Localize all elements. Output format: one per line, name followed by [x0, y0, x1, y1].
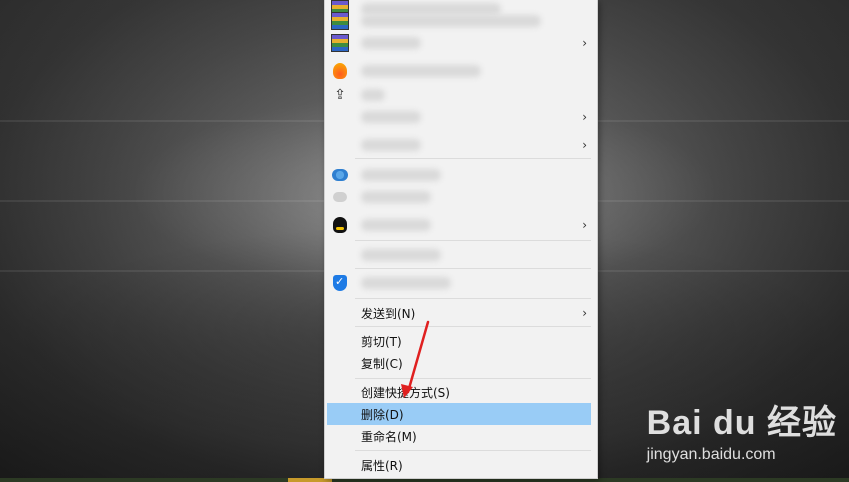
- blurred-label: [361, 249, 441, 261]
- menu-item-blurred[interactable]: ›: [325, 106, 597, 128]
- shield-icon: [331, 274, 349, 292]
- context-menu: › ⇪ › › › 发送到(N) ›: [324, 0, 598, 479]
- menu-item-blurred[interactable]: [325, 60, 597, 82]
- menu-item-create-shortcut[interactable]: 创建快捷方式(S): [325, 381, 597, 403]
- chevron-right-icon: ›: [582, 138, 587, 152]
- baidu-netdisk-icon: [331, 166, 349, 184]
- menu-item-blurred[interactable]: ›: [325, 134, 597, 156]
- menu-separator: [355, 378, 591, 379]
- blurred-label: [361, 37, 421, 49]
- menu-item-label: 剪切(T): [361, 334, 402, 349]
- menu-item-properties[interactable]: 属性(R): [325, 454, 597, 476]
- menu-item-blurred[interactable]: ›: [325, 32, 597, 54]
- menu-item-blurred[interactable]: [325, 10, 597, 32]
- blurred-label: [361, 15, 541, 27]
- chevron-right-icon: ›: [582, 306, 587, 320]
- watermark-url: jingyan.baidu.com: [646, 446, 776, 463]
- menu-item-blurred[interactable]: ⇪: [325, 84, 597, 106]
- menu-item-cut[interactable]: 剪切(T): [325, 330, 597, 352]
- menu-item-rename[interactable]: 重命名(M): [325, 425, 597, 447]
- share-icon: ⇪: [334, 87, 346, 103]
- blurred-label: [361, 219, 431, 231]
- cloud-icon: [331, 188, 349, 206]
- menu-separator: [355, 450, 591, 451]
- blurred-label: [361, 277, 451, 289]
- menu-item-label: 属性(R): [361, 458, 403, 473]
- blurred-label: [361, 65, 481, 77]
- winrar-icon: [331, 34, 349, 52]
- menu-item-label: 删除(D): [361, 407, 404, 422]
- menu-item-blurred[interactable]: [325, 272, 597, 294]
- security-fire-icon: [331, 62, 349, 80]
- qq-icon: [331, 216, 349, 234]
- blurred-label: [361, 191, 431, 203]
- blurred-label: [361, 111, 421, 123]
- menu-separator: [355, 298, 591, 299]
- menu-item-label: 重命名(M): [361, 429, 417, 444]
- chevron-right-icon: ›: [582, 110, 587, 124]
- baidu-jingyan-watermark: Bai du 经验 jingyan.baidu.com: [647, 395, 837, 464]
- chevron-right-icon: ›: [582, 218, 587, 232]
- menu-item-send-to[interactable]: 发送到(N) ›: [325, 302, 597, 324]
- menu-separator: [355, 240, 591, 241]
- blurred-label: [361, 169, 441, 181]
- winrar-icon: [331, 12, 349, 30]
- chevron-right-icon: ›: [582, 36, 587, 50]
- menu-separator: [355, 326, 591, 327]
- menu-item-label: 发送到(N): [361, 306, 416, 321]
- menu-item-blurred[interactable]: [325, 186, 597, 208]
- blurred-label: [361, 89, 385, 101]
- menu-item-blurred[interactable]: [325, 244, 597, 266]
- menu-separator: [355, 158, 591, 159]
- menu-item-blurred[interactable]: ›: [325, 214, 597, 236]
- watermark-brand: Bai du 经验: [646, 404, 837, 442]
- menu-item-label: 创建快捷方式(S): [361, 385, 450, 400]
- menu-item-label: 复制(C): [361, 356, 403, 371]
- menu-item-delete[interactable]: 删除(D): [327, 403, 591, 425]
- menu-item-blurred[interactable]: [325, 164, 597, 186]
- menu-item-copy[interactable]: 复制(C): [325, 352, 597, 374]
- blurred-label: [361, 139, 421, 151]
- menu-separator: [355, 268, 591, 269]
